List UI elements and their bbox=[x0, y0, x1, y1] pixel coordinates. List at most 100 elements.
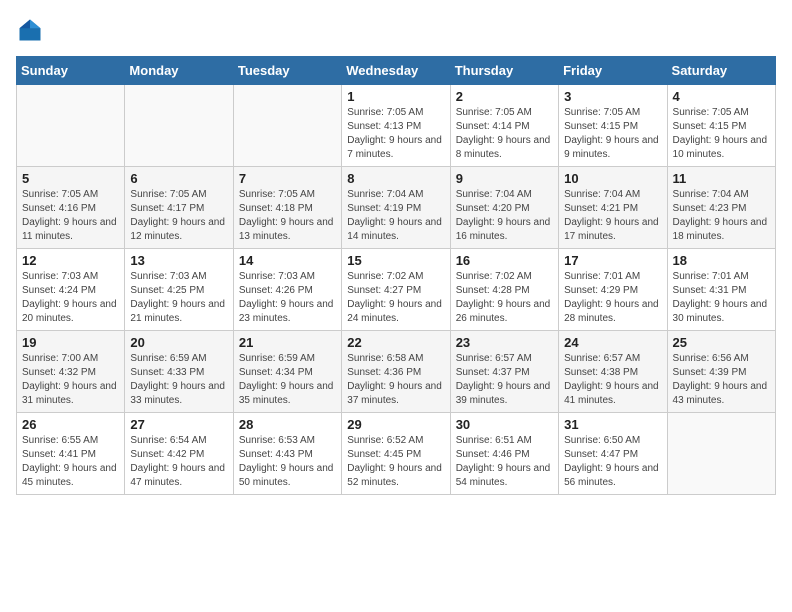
day-info: Sunrise: 7:05 AMSunset: 4:16 PMDaylight:… bbox=[22, 188, 119, 244]
day-number: 17 bbox=[564, 253, 661, 268]
day-number: 28 bbox=[239, 417, 336, 432]
day-info: Sunrise: 6:53 AMSunset: 4:43 PMDaylight:… bbox=[239, 434, 336, 490]
calendar-day-cell: 27Sunrise: 6:54 AMSunset: 4:42 PMDayligh… bbox=[125, 413, 233, 495]
day-number: 6 bbox=[130, 171, 227, 186]
calendar-day-cell: 12Sunrise: 7:03 AMSunset: 4:24 PMDayligh… bbox=[17, 249, 125, 331]
calendar-day-cell: 25 Sunrise: 6:56 AMSunset: 4:39 PMDayligh… bbox=[667, 331, 775, 413]
calendar-week-row: 1Sunrise: 7:05 AMSunset: 4:13 PMDaylight… bbox=[17, 85, 776, 167]
day-info: Sunrise: 6:56 AMSunset: 4:39 PMDaylight:… bbox=[673, 352, 770, 408]
day-number: 25 bbox=[673, 335, 770, 350]
day-info: Sunrise: 7:02 AMSunset: 4:28 PMDaylight:… bbox=[456, 270, 553, 326]
calendar-day-cell: 26 Sunrise: 6:55 AMSunset: 4:41 PMDayligh… bbox=[17, 413, 125, 495]
day-number: 26 bbox=[22, 417, 119, 432]
day-number: 9 bbox=[456, 171, 553, 186]
calendar-day-cell bbox=[125, 85, 233, 167]
day-info: Sunrise: 6:57 AMSunset: 4:38 PMDaylight:… bbox=[564, 352, 661, 408]
calendar-week-row: 26 Sunrise: 6:55 AMSunset: 4:41 PMDayligh… bbox=[17, 413, 776, 495]
calendar-day-cell: 19 Sunrise: 7:00 AMSunset: 4:32 PMDayligh… bbox=[17, 331, 125, 413]
day-info: Sunrise: 7:04 AMSunset: 4:23 PMDaylight:… bbox=[673, 188, 770, 244]
day-info: Sunrise: 7:01 AMSunset: 4:31 PMDaylight:… bbox=[673, 270, 770, 326]
calendar-day-cell: 11 Sunrise: 7:04 AMSunset: 4:23 PMDayligh… bbox=[667, 167, 775, 249]
calendar-day-cell: 13 Sunrise: 7:03 AMSunset: 4:25 PMDayligh… bbox=[125, 249, 233, 331]
calendar-day-cell: 24 Sunrise: 6:57 AMSunset: 4:38 PMDayligh… bbox=[559, 331, 667, 413]
day-number: 23 bbox=[456, 335, 553, 350]
day-info: Sunrise: 7:02 AMSunset: 4:27 PMDaylight:… bbox=[347, 270, 444, 326]
calendar-day-cell bbox=[17, 85, 125, 167]
calendar-day-cell: 21 Sunrise: 6:59 AMSunset: 4:34 PMDayligh… bbox=[233, 331, 341, 413]
calendar-day-cell: 15 Sunrise: 7:02 AMSunset: 4:27 PMDayligh… bbox=[342, 249, 450, 331]
day-number: 5 bbox=[22, 171, 119, 186]
day-number: 19 bbox=[22, 335, 119, 350]
day-info: Sunrise: 6:51 AMSunset: 4:46 PMDaylight:… bbox=[456, 434, 553, 490]
day-info: Sunrise: 7:05 AMSunset: 4:17 PMDaylight:… bbox=[130, 188, 227, 244]
day-number: 21 bbox=[239, 335, 336, 350]
day-info: Sunrise: 7:04 AMSunset: 4:19 PMDaylight:… bbox=[347, 188, 444, 244]
day-number: 7 bbox=[239, 171, 336, 186]
calendar-day-cell: 29Sunrise: 6:52 AMSunset: 4:45 PMDayligh… bbox=[342, 413, 450, 495]
day-number: 4 bbox=[673, 89, 770, 104]
day-number: 29 bbox=[347, 417, 444, 432]
calendar-day-cell: 4 Sunrise: 7:05 AMSunset: 4:15 PMDaylight… bbox=[667, 85, 775, 167]
day-number: 15 bbox=[347, 253, 444, 268]
day-number: 18 bbox=[673, 253, 770, 268]
calendar-day-cell: 18 Sunrise: 7:01 AMSunset: 4:31 PMDayligh… bbox=[667, 249, 775, 331]
calendar-day-cell: 9 Sunrise: 7:04 AMSunset: 4:20 PMDaylight… bbox=[450, 167, 558, 249]
column-header-thursday: Thursday bbox=[450, 57, 558, 85]
calendar-day-cell: 6 Sunrise: 7:05 AMSunset: 4:17 PMDaylight… bbox=[125, 167, 233, 249]
calendar-day-cell: 28 Sunrise: 6:53 AMSunset: 4:43 PMDayligh… bbox=[233, 413, 341, 495]
calendar-day-cell: 22 Sunrise: 6:58 AMSunset: 4:36 PMDayligh… bbox=[342, 331, 450, 413]
column-header-saturday: Saturday bbox=[667, 57, 775, 85]
calendar-day-cell: 3 Sunrise: 7:05 AMSunset: 4:15 PMDaylight… bbox=[559, 85, 667, 167]
day-info: Sunrise: 6:50 AMSunset: 4:47 PMDaylight:… bbox=[564, 434, 661, 490]
column-header-friday: Friday bbox=[559, 57, 667, 85]
day-number: 24 bbox=[564, 335, 661, 350]
day-info: Sunrise: 7:05 AMSunset: 4:15 PMDaylight:… bbox=[673, 106, 770, 162]
day-number: 13 bbox=[130, 253, 227, 268]
calendar-day-cell: 23Sunrise: 6:57 AMSunset: 4:37 PMDayligh… bbox=[450, 331, 558, 413]
day-info: Sunrise: 6:59 AMSunset: 4:33 PMDaylight:… bbox=[130, 352, 227, 408]
day-number: 8 bbox=[347, 171, 444, 186]
calendar-day-cell: 14 Sunrise: 7:03 AMSunset: 4:26 PMDayligh… bbox=[233, 249, 341, 331]
day-info: Sunrise: 6:58 AMSunset: 4:36 PMDaylight:… bbox=[347, 352, 444, 408]
calendar-day-cell: 31 Sunrise: 6:50 AMSunset: 4:47 PMDayligh… bbox=[559, 413, 667, 495]
day-number: 22 bbox=[347, 335, 444, 350]
day-number: 10 bbox=[564, 171, 661, 186]
day-info: Sunrise: 7:05 AMSunset: 4:15 PMDaylight:… bbox=[564, 106, 661, 162]
calendar-day-cell: 10 Sunrise: 7:04 AMSunset: 4:21 PMDayligh… bbox=[559, 167, 667, 249]
day-info: Sunrise: 7:05 AMSunset: 4:18 PMDaylight:… bbox=[239, 188, 336, 244]
day-info: Sunrise: 7:03 AMSunset: 4:26 PMDaylight:… bbox=[239, 270, 336, 326]
calendar-day-cell: 5 Sunrise: 7:05 AMSunset: 4:16 PMDaylight… bbox=[17, 167, 125, 249]
calendar-day-cell bbox=[667, 413, 775, 495]
day-number: 31 bbox=[564, 417, 661, 432]
calendar-day-cell bbox=[233, 85, 341, 167]
column-header-tuesday: Tuesday bbox=[233, 57, 341, 85]
day-info: Sunrise: 6:59 AMSunset: 4:34 PMDaylight:… bbox=[239, 352, 336, 408]
day-number: 14 bbox=[239, 253, 336, 268]
day-number: 12 bbox=[22, 253, 119, 268]
day-info: Sunrise: 7:00 AMSunset: 4:32 PMDaylight:… bbox=[22, 352, 119, 408]
day-info: Sunrise: 7:04 AMSunset: 4:20 PMDaylight:… bbox=[456, 188, 553, 244]
day-number: 20 bbox=[130, 335, 227, 350]
day-info: Sunrise: 7:03 AMSunset: 4:25 PMDaylight:… bbox=[130, 270, 227, 326]
day-info: Sunrise: 7:04 AMSunset: 4:21 PMDaylight:… bbox=[564, 188, 661, 244]
day-info: Sunrise: 7:01 AMSunset: 4:29 PMDaylight:… bbox=[564, 270, 661, 326]
column-header-sunday: Sunday bbox=[17, 57, 125, 85]
day-number: 3 bbox=[564, 89, 661, 104]
logo-icon bbox=[16, 16, 44, 44]
calendar-day-cell: 7 Sunrise: 7:05 AMSunset: 4:18 PMDaylight… bbox=[233, 167, 341, 249]
calendar-table: SundayMondayTuesdayWednesdayThursdayFrid… bbox=[16, 56, 776, 495]
page-header bbox=[16, 16, 776, 44]
column-header-monday: Monday bbox=[125, 57, 233, 85]
day-info: Sunrise: 7:05 AMSunset: 4:13 PMDaylight:… bbox=[347, 106, 444, 162]
calendar-header-row: SundayMondayTuesdayWednesdayThursdayFrid… bbox=[17, 57, 776, 85]
calendar-day-cell: 20 Sunrise: 6:59 AMSunset: 4:33 PMDayligh… bbox=[125, 331, 233, 413]
calendar-week-row: 12Sunrise: 7:03 AMSunset: 4:24 PMDayligh… bbox=[17, 249, 776, 331]
calendar-week-row: 5 Sunrise: 7:05 AMSunset: 4:16 PMDaylight… bbox=[17, 167, 776, 249]
column-header-wednesday: Wednesday bbox=[342, 57, 450, 85]
day-info: Sunrise: 6:55 AMSunset: 4:41 PMDaylight:… bbox=[22, 434, 119, 490]
calendar-day-cell: 1Sunrise: 7:05 AMSunset: 4:13 PMDaylight… bbox=[342, 85, 450, 167]
calendar-day-cell: 30Sunrise: 6:51 AMSunset: 4:46 PMDayligh… bbox=[450, 413, 558, 495]
day-info: Sunrise: 7:05 AMSunset: 4:14 PMDaylight:… bbox=[456, 106, 553, 162]
calendar-day-cell: 16Sunrise: 7:02 AMSunset: 4:28 PMDayligh… bbox=[450, 249, 558, 331]
day-number: 11 bbox=[673, 171, 770, 186]
